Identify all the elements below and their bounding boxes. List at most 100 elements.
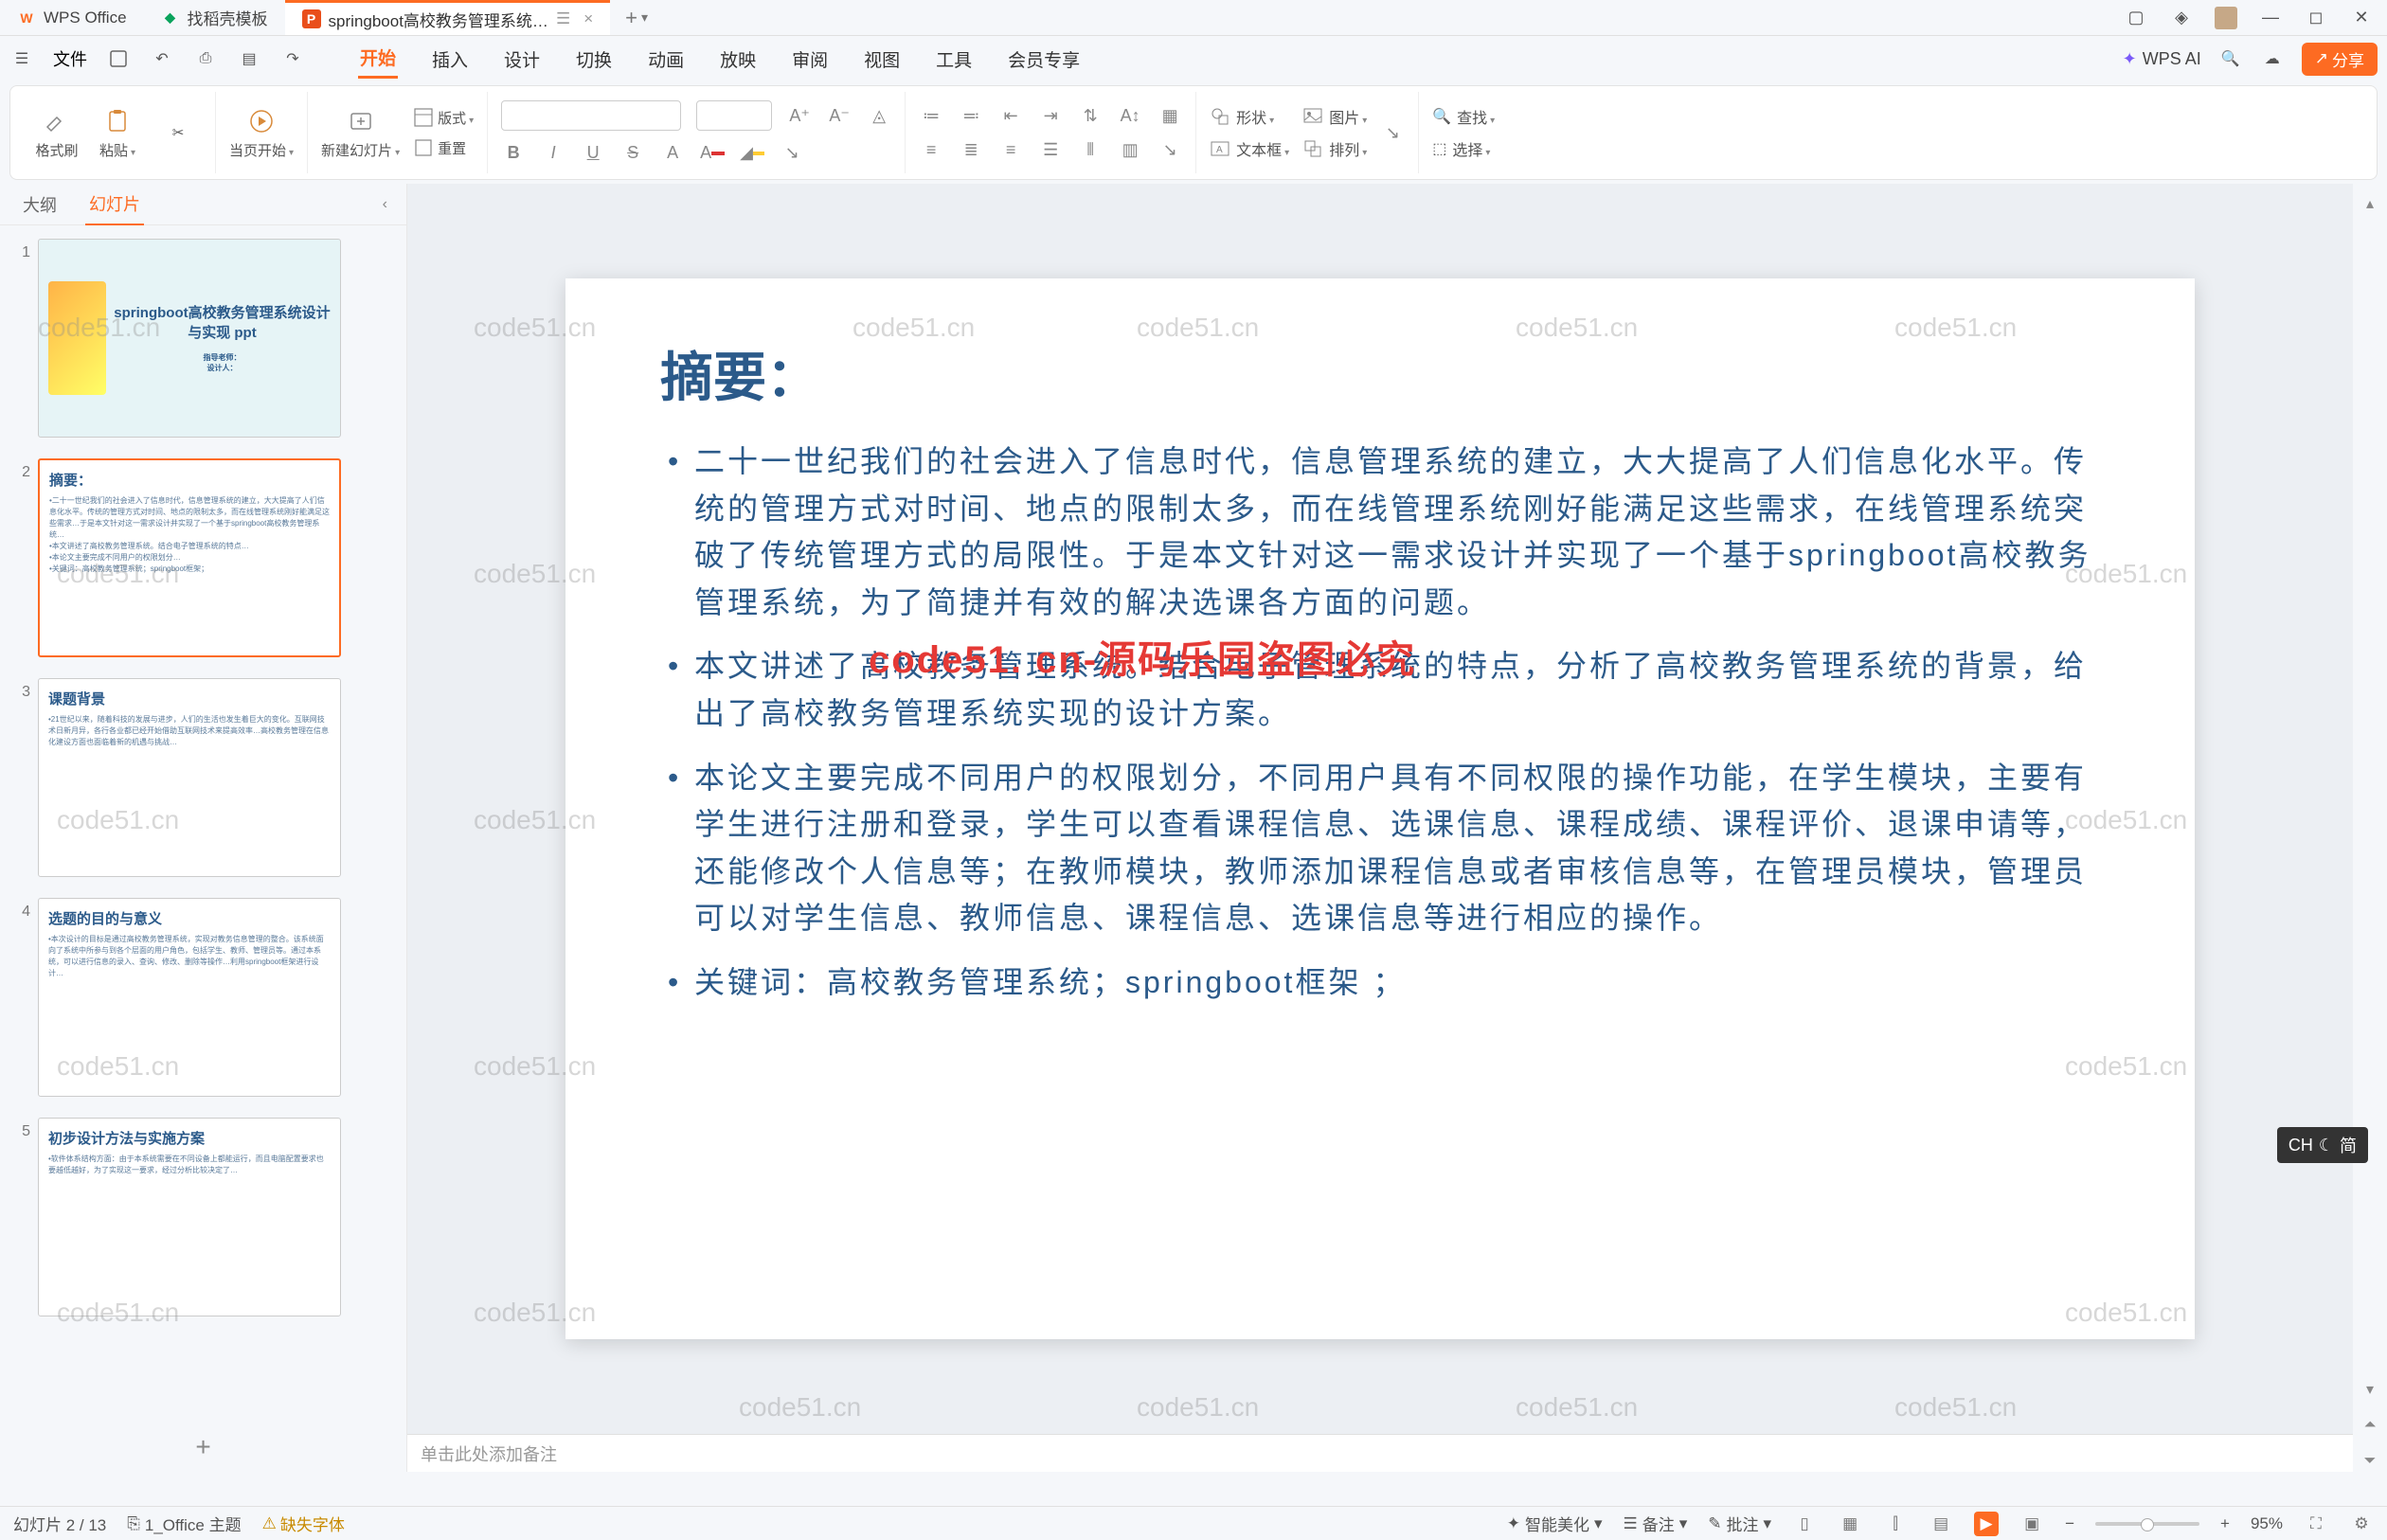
window-close-icon[interactable]: ✕ — [2349, 6, 2374, 30]
menu-review[interactable]: 审阅 — [790, 41, 830, 78]
menu-slideshow[interactable]: 放映 — [718, 41, 758, 78]
slide-thumb-2[interactable]: 2 摘要： •二十一世纪我们的社会进入了信息时代，信息管理系统的建立，大大提高了… — [6, 455, 401, 661]
menu-member[interactable]: 会员专享 — [1006, 41, 1082, 78]
slide-thumb-5[interactable]: 5 初步设计方法与实施方案 •软件体系结构方面：由于本系统需要在不同设备上都能运… — [6, 1114, 401, 1320]
increase-font-icon[interactable]: A⁺ — [787, 103, 812, 128]
search-icon[interactable]: 🔍 — [2218, 46, 2243, 71]
layout-button[interactable]: 版式 — [413, 107, 474, 128]
menu-design[interactable]: 设计 — [502, 41, 542, 78]
redo-icon[interactable]: ↷ — [280, 46, 305, 71]
strike-icon[interactable]: S — [620, 140, 645, 165]
style-dialog-icon[interactable]: ↘ — [1380, 120, 1405, 145]
comments-toggle[interactable]: ✎ 批注 ▾ — [1708, 1512, 1771, 1535]
font-size-select[interactable] — [696, 100, 772, 131]
wps-ai-button[interactable]: ✦ WPS AI — [2123, 49, 2201, 69]
play-from-current-button[interactable]: 当页开始 — [229, 106, 294, 160]
bold-icon[interactable]: B — [501, 140, 526, 165]
window-maximize-icon[interactable]: ◻ — [2304, 6, 2328, 30]
new-tab-button[interactable]: + ▾ — [610, 0, 663, 35]
zoom-out-button[interactable]: − — [2065, 1514, 2074, 1533]
paste-button[interactable]: 粘贴 — [94, 106, 141, 160]
file-menu[interactable]: 文件 — [53, 46, 87, 71]
font-dialog-icon[interactable]: ↘ — [780, 140, 804, 165]
text-direction-icon[interactable]: A↕ — [1118, 103, 1142, 128]
smart-beautify-button[interactable]: ✦ 智能美化 ▾ — [1507, 1512, 1603, 1535]
columns-icon[interactable]: ▥ — [1118, 137, 1142, 162]
view-notes-icon[interactable]: ▤ — [1929, 1512, 1953, 1536]
tab-template[interactable]: ◆ 找稻壳模板 — [144, 0, 285, 35]
undo-icon[interactable]: ↶ — [150, 46, 174, 71]
align-justify-icon[interactable]: ☰ — [1038, 137, 1063, 162]
menu-view[interactable]: 视图 — [862, 41, 902, 78]
find-button[interactable]: 🔍 查找 — [1432, 105, 1495, 128]
bullet-list-icon[interactable]: ≔ — [919, 103, 943, 128]
tab-active-ppt[interactable]: P springboot高校教务管理系统… ☰ × — [285, 0, 611, 35]
apps-icon[interactable]: ▢ — [2124, 6, 2148, 30]
font-family-select[interactable] — [501, 100, 681, 131]
italic-icon[interactable]: I — [541, 140, 565, 165]
underline-icon[interactable]: U — [581, 140, 605, 165]
tab-wps[interactable]: W WPS Office — [0, 0, 144, 35]
fit-window-icon[interactable]: ⛶ — [2304, 1512, 2328, 1536]
add-slide-button[interactable]: + — [0, 1423, 406, 1472]
view-reading-icon[interactable]: ⫿ — [1883, 1512, 1908, 1536]
slide-canvas[interactable]: 摘要： 二十一世纪我们的社会进入了信息时代，信息管理系统的建立，大大提高了人们信… — [565, 278, 2195, 1339]
highlight-icon[interactable]: ◢ — [740, 140, 764, 165]
prev-slide-icon[interactable]: ⏶ — [2360, 1415, 2380, 1436]
slide-thumb-4[interactable]: 4 选题的目的与意义 •本次设计的目标是通过高校教务管理系统，实现对教务信息管理… — [6, 894, 401, 1101]
status-theme[interactable]: ⎘ 1_Office 主题 — [127, 1512, 241, 1535]
share-button[interactable]: ↗ 分享 — [2302, 43, 2378, 76]
scroll-up-icon[interactable]: ▴ — [2360, 193, 2380, 214]
font-effect-icon[interactable]: A — [660, 140, 685, 165]
distribute-icon[interactable]: ⫴ — [1078, 137, 1103, 162]
tab-slides[interactable]: 幻灯片 — [85, 184, 144, 225]
select-button[interactable]: ⬚ 选择 — [1432, 137, 1490, 160]
cube-icon[interactable]: ◈ — [2169, 6, 2194, 30]
view-normal-icon[interactable]: ▯ — [1792, 1512, 1817, 1536]
next-slide-icon[interactable]: ⏷ — [2360, 1451, 2380, 1472]
align-center-icon[interactable]: ≣ — [959, 137, 983, 162]
new-slide-button[interactable]: 新建幻灯片 — [321, 106, 400, 160]
status-missing-font[interactable]: ⚠ 缺失字体 — [262, 1512, 345, 1535]
scroll-down-icon[interactable]: ▾ — [2360, 1379, 2380, 1400]
ime-indicator[interactable]: CH ☾ 简 — [2277, 1127, 2368, 1163]
arrange-button[interactable]: 排列 — [1302, 137, 1367, 160]
reset-button[interactable]: 重置 — [413, 137, 466, 158]
tab-outline[interactable]: 大纲 — [19, 185, 61, 224]
menu-icon[interactable]: ☰ — [9, 46, 34, 71]
textbox-button[interactable]: A 文本框 — [1210, 137, 1289, 160]
window-minimize-icon[interactable]: — — [2258, 6, 2283, 30]
zoom-in-button[interactable]: + — [2220, 1514, 2230, 1533]
clear-format-icon[interactable]: ◬ — [867, 103, 891, 128]
preview-icon[interactable]: ▤ — [237, 46, 261, 71]
notes-toggle[interactable]: ☰ 备注 ▾ — [1624, 1512, 1688, 1535]
menu-tools[interactable]: 工具 — [934, 41, 974, 78]
tab-menu-icon[interactable]: ☰ — [556, 9, 570, 28]
slide-thumb-3[interactable]: 3 课题背景 •21世纪以来，随着科技的发展与进步，人们的生活也发生着巨大的变化… — [6, 674, 401, 881]
indent-increase-icon[interactable]: ⇥ — [1038, 103, 1063, 128]
picture-button[interactable]: 图片 — [1302, 105, 1367, 128]
user-avatar[interactable] — [2215, 7, 2237, 29]
menu-transition[interactable]: 切换 — [574, 41, 614, 78]
cut-button[interactable]: ✂ — [154, 117, 202, 148]
format-painter-button[interactable]: 格式刷 — [33, 106, 81, 160]
print-icon[interactable]: ⎙ — [193, 46, 218, 71]
decrease-font-icon[interactable]: A⁻ — [827, 103, 852, 128]
number-list-icon[interactable]: ≕ — [959, 103, 983, 128]
tab-close-icon[interactable]: × — [583, 9, 593, 28]
more-icon[interactable]: ⚙ — [2349, 1512, 2374, 1536]
menu-start[interactable]: 开始 — [358, 39, 398, 79]
align-left-icon[interactable]: ≡ — [919, 137, 943, 162]
view-present-icon[interactable]: ▣ — [2019, 1512, 2044, 1536]
menu-insert[interactable]: 插入 — [430, 41, 470, 78]
menu-animation[interactable]: 动画 — [646, 41, 686, 78]
view-slideshow-icon[interactable]: ▶ — [1974, 1512, 1999, 1536]
line-spacing-icon[interactable]: ⇅ — [1078, 103, 1103, 128]
collapse-panel-icon[interactable]: ‹ — [383, 196, 387, 213]
notes-placeholder[interactable]: 单击此处添加备注 — [421, 1442, 557, 1466]
view-sorter-icon[interactable]: ▦ — [1838, 1512, 1862, 1536]
zoom-slider[interactable] — [2095, 1522, 2199, 1526]
cloud-icon[interactable]: ☁ — [2260, 46, 2285, 71]
zoom-value[interactable]: 95% — [2251, 1514, 2283, 1533]
indent-decrease-icon[interactable]: ⇤ — [998, 103, 1023, 128]
